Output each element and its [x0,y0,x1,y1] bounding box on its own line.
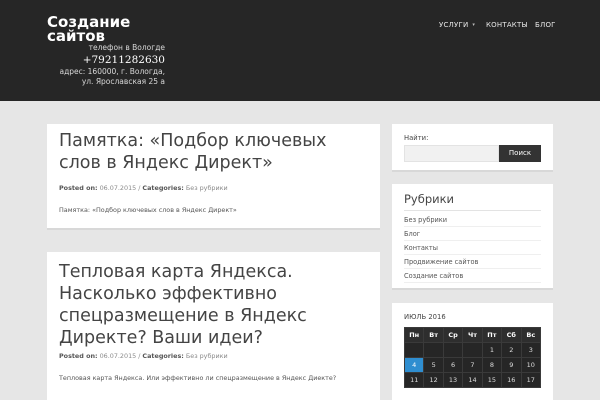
calendar-empty-cell [442,342,464,358]
category-link[interactable]: Без рубрики [404,213,541,227]
main-nav: УСЛУГИ ▾ КОНТАКТЫ БЛОГ [0,21,600,33]
post-excerpt: Памятка: «Подбор ключевых слов в Яндекс … [59,206,237,214]
calendar-day-today: 4 [403,357,425,373]
weekday-header: Вс [520,327,542,343]
nav-item-label: БЛОГ [535,21,556,29]
search-widget: Найти: Поиск [392,124,553,172]
nav-item-services[interactable]: УСЛУГИ ▾ [439,21,475,29]
calendar-day: 15 [481,372,503,388]
weekday-header: Пт [481,327,503,343]
calendar-day: 2 [501,342,522,358]
category-list: Без рубрики Блог Контакты Продвижение са… [404,213,541,283]
categories-widget: Рубрики Без рубрики Блог Контакты Продви… [392,184,553,290]
post-card: Памятка: «Подбор ключевых слов в Яндекс … [47,124,380,230]
calendar-day: 14 [462,372,483,388]
search-button[interactable]: Поиск [499,145,541,162]
calendar-day: 17 [520,372,542,388]
calendar-day: 1 [481,342,503,358]
widget-title: Рубрики [404,192,455,206]
calendar-table: Пн Вт Ср Чт Пт Сб Вс 1 2 3 4 5 6 7 8 9 10 11 12 13 14… [403,327,542,388]
chevron-down-icon: ▾ [472,22,476,28]
category-link[interactable]: Блог [404,227,541,241]
calendar-weekdays: Пн Вт Ср Чт Пт Сб Вс [403,327,542,343]
categories-label: Categories: [142,352,184,360]
categories-label: Categories: [142,184,184,192]
calendar-day: 16 [501,372,522,388]
calendar-day: 11 [403,372,425,388]
calendar-day: 7 [462,357,483,373]
contact-label: телефон в Вологде [88,43,165,52]
calendar-day: 12 [423,372,444,388]
search-input[interactable] [404,145,499,162]
contact-address: адрес: 160000, г. Вологда, ул. Ярославск… [59,67,165,86]
calendar-title: ИЮЛЬ 2016 [404,313,446,321]
calendar-widget: ИЮЛЬ 2016 Пн Вт Ср Чт Пт Сб Вс 123456789… [392,303,553,400]
post-excerpt: Тепловая карта Яндекса. Или эффективно л… [59,374,337,382]
calendar-day: 5 [423,357,444,373]
divider [404,210,541,211]
contact-phone: +79211282630 [82,54,165,66]
weekday-header: Вт [423,327,444,343]
nav-item-blog[interactable]: БЛОГ [535,21,556,29]
weekday-header: Ср [442,327,464,343]
calendar-week-row: 123 [403,342,542,358]
nav-item-label: УСЛУГИ [439,21,469,29]
category-link[interactable]: Создание сайтов [404,269,541,283]
posted-label: Posted on: [59,184,98,192]
nav-item-label: КОНТАКТЫ [486,21,528,29]
post-title[interactable]: Памятка: «Подбор ключевых слов в Яндекс … [59,130,369,174]
weekday-header: Чт [462,327,483,343]
weekday-header: Сб [501,327,522,343]
post-category-link[interactable]: Без рубрики [186,184,228,192]
post-title[interactable]: Тепловая карта Яндекса. Насколько эффект… [59,261,369,349]
calendar-day: 13 [442,372,464,388]
calendar-body: 1 2 3 4 5 6 7 8 9 10 11 12 13 14 15 16 17 [403,342,542,388]
post-card: Тепловая карта Яндекса. Насколько эффект… [47,252,380,400]
calendar-day: 9 [501,357,522,373]
calendar-day: 10 [520,357,542,373]
post-category-link[interactable]: Без рубрики [186,352,228,360]
post-meta: Posted on: 06.07.2015 / Categories: Без … [59,184,228,192]
calendar-day: 3 [520,342,542,358]
weekday-header: Пн [403,327,425,343]
calendar-empty-cell [423,342,444,358]
calendar-day: 6 [442,357,464,373]
search-label: Найти: [404,134,429,142]
calendar-week-row: 4 5 6 7 8 9 10 [403,357,542,373]
posted-label: Posted on: [59,352,98,360]
post-date[interactable]: 06.07.2015 [100,184,137,192]
calendar-week-row: 11 12 13 14 15 16 17 [403,372,542,388]
post-date[interactable]: 06.07.2015 [100,352,137,360]
category-link[interactable]: Продвижение сайтов [404,255,541,269]
contact-info: телефон в Вологде +79211282630 адрес: 16… [47,43,165,87]
nav-item-contacts[interactable]: КОНТАКТЫ [486,21,528,29]
post-meta: Posted on: 06.07.2015 / Categories: Без … [59,352,228,360]
calendar-empty-cell [403,342,425,358]
calendar-day: 8 [481,357,503,373]
category-link[interactable]: Контакты [404,241,541,255]
site-header: Создание сайтов телефон в Вологде +79211… [0,0,600,101]
calendar-empty-cell [462,342,483,358]
